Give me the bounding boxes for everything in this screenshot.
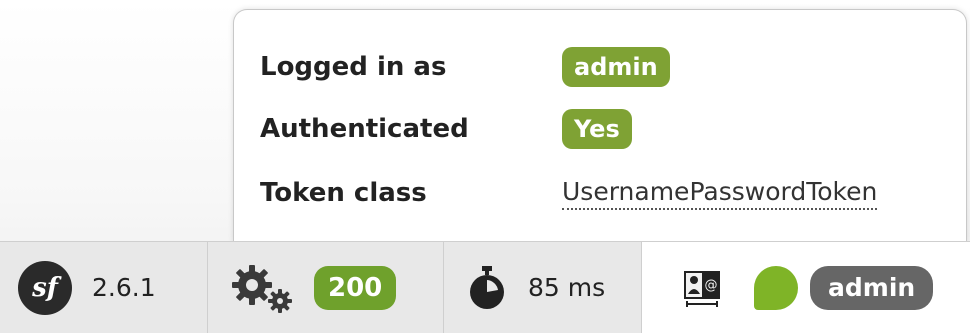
debug-toolbar: sf 2.6.1 200 85 ms @ admin (0, 241, 970, 333)
toolbar-security-block[interactable]: @ admin (642, 242, 970, 333)
toolbar-time-block[interactable]: 85 ms (444, 242, 642, 333)
gears-icon (232, 264, 292, 313)
tooltip-label: Authenticated (260, 114, 469, 144)
tooltip-row-logged-in: Logged in as admin (260, 42, 670, 92)
status-dot-icon (754, 265, 798, 310)
user-card-icon: @ (684, 270, 720, 307)
security-tooltip: Logged in as admin Authenticated Yes Tok… (233, 9, 967, 242)
request-time-text: 85 ms (528, 273, 606, 302)
version-text: 2.6.1 (92, 273, 156, 302)
username-badge: admin (562, 47, 670, 87)
stopwatch-icon (470, 265, 504, 309)
symfony-logo-icon: sf (18, 260, 72, 315)
toolbar-symfony-block[interactable]: sf 2.6.1 (0, 242, 208, 333)
tooltip-label: Token class (260, 178, 427, 208)
token-class-link[interactable]: UsernamePasswordToken (562, 176, 878, 210)
tooltip-row-authenticated: Authenticated Yes (260, 104, 632, 154)
tooltip-label: Logged in as (260, 52, 447, 82)
svg-text:@: @ (705, 278, 718, 293)
tooltip-row-token-class: Token class UsernamePasswordToken (260, 168, 878, 218)
user-badge: admin (810, 265, 934, 310)
status-code-badge: 200 (314, 265, 397, 310)
toolbar-request-block[interactable]: 200 (208, 242, 444, 333)
authenticated-badge: Yes (562, 109, 632, 149)
